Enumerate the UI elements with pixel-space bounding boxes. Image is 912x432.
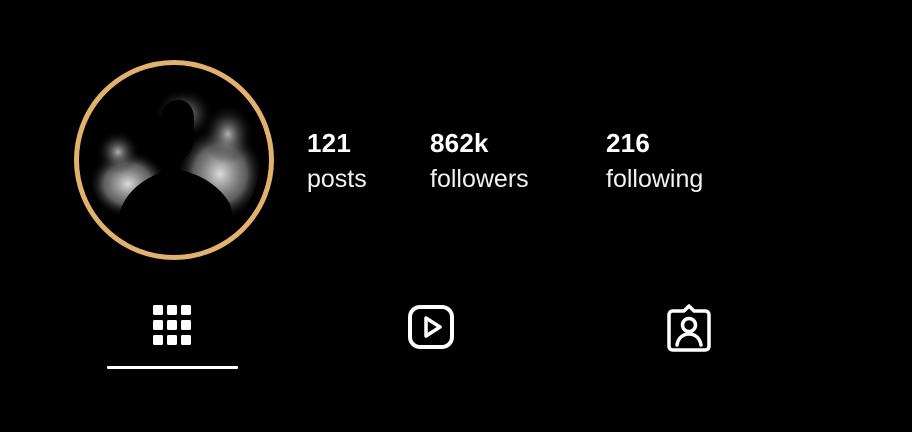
stat-followers[interactable]: 862k followers: [430, 126, 529, 198]
following-count: 216: [606, 128, 650, 158]
followers-count: 862k: [430, 128, 489, 158]
following-label: following: [606, 165, 704, 193]
tagged-person-icon: [667, 304, 711, 352]
person-silhouette-icon: [88, 74, 260, 246]
stat-posts[interactable]: 121 posts: [307, 126, 367, 198]
tab-reels[interactable]: [366, 292, 496, 372]
posts-label: posts: [307, 165, 367, 193]
avatar-photo: [88, 74, 260, 246]
grid-icon: [153, 305, 191, 345]
profile-avatar[interactable]: [74, 60, 274, 260]
active-tab-indicator: [107, 366, 238, 369]
stat-following[interactable]: 216 following: [606, 126, 703, 198]
tab-grid[interactable]: [107, 292, 237, 372]
tab-tagged[interactable]: [624, 292, 754, 372]
followers-label: followers: [430, 165, 529, 193]
reels-play-icon: [408, 305, 454, 349]
posts-count: 121: [307, 128, 351, 158]
